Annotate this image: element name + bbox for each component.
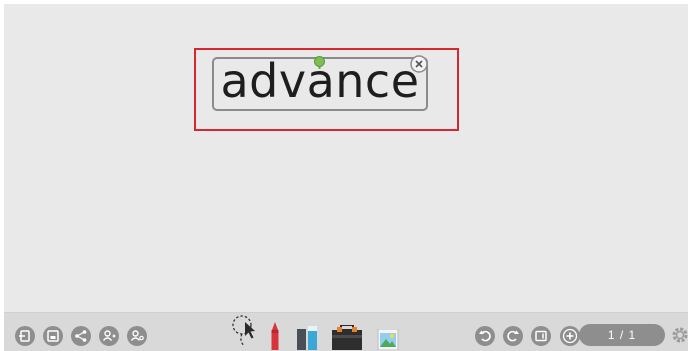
add-page-icon[interactable] <box>559 325 581 347</box>
share-icon[interactable] <box>70 325 92 347</box>
toolbox-icon[interactable] <box>331 325 363 350</box>
user-settings-icon[interactable] <box>126 325 148 347</box>
redo-icon[interactable] <box>502 325 524 347</box>
user-add-icon[interactable] <box>98 325 120 347</box>
save-icon[interactable] <box>42 325 64 347</box>
undo-icon[interactable] <box>474 325 496 347</box>
screen-icon[interactable] <box>530 325 552 347</box>
exit-icon[interactable] <box>14 325 36 347</box>
page-indicator[interactable]: 1 / 1 <box>579 324 665 346</box>
pen-icon[interactable] <box>269 322 281 350</box>
rotate-handle-icon[interactable] <box>313 56 326 69</box>
close-icon[interactable] <box>410 55 428 73</box>
image-icon[interactable] <box>376 329 402 350</box>
lasso-select-icon[interactable] <box>230 312 262 350</box>
eraser-icon[interactable] <box>296 326 318 350</box>
bottom-toolbar: 1 / 1 <box>4 312 688 351</box>
settings-icon[interactable] <box>671 326 688 344</box>
